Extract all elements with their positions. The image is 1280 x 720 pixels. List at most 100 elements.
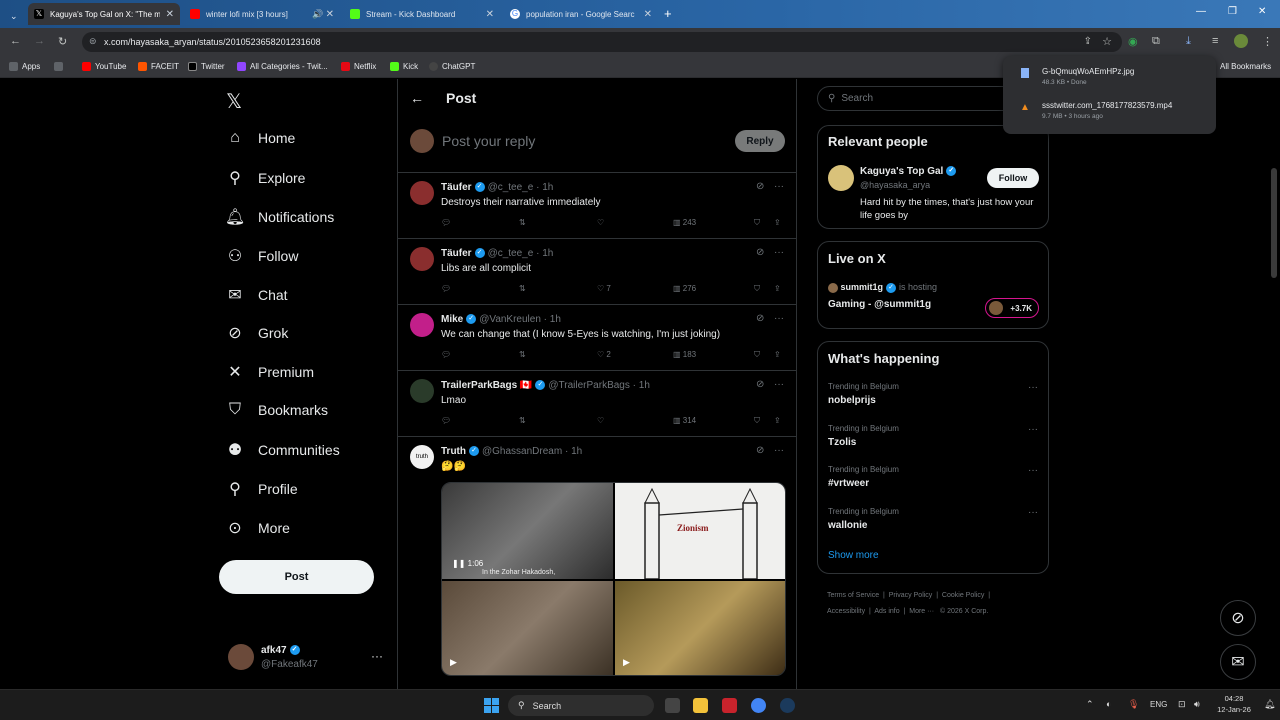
close-icon[interactable]: ✕ [326,9,334,20]
scrollbar-thumb[interactable] [1271,168,1277,278]
author-name[interactable]: Truth [441,446,466,457]
bookmark-icon[interactable]: ⛉ [754,218,760,228]
language-indicator[interactable]: ENG [1150,700,1167,709]
author-name[interactable]: Täufer [441,182,472,193]
minimize-button[interactable]: — [1196,6,1206,17]
bookmark-faceit[interactable]: FACEIT [138,62,179,71]
nav-grok[interactable]: ⊘ Grok [224,323,288,343]
repost-icon[interactable]: ⇅ [519,416,526,425]
tray-chevron-icon[interactable]: ⌃ [1086,699,1094,710]
tab-youtube[interactable]: winter lofi mix [3 hours] 🔊 ✕ [184,3,340,25]
bookmark-chatgpt[interactable]: ChatGPT [429,62,475,71]
reply-icon[interactable]: 💬︎ [441,416,451,425]
share-icon[interactable]: ⇪ [774,350,781,359]
cookie-link[interactable]: Cookie Policy [942,592,984,599]
more-icon[interactable]: ··· [774,445,784,456]
more-icon[interactable]: ··· [774,247,784,258]
like-icon[interactable]: ♡ [597,218,604,227]
reload-icon[interactable]: ↻ [58,35,67,48]
bookmark-icon[interactable]: ⛉ [754,284,760,294]
extensions-puzzle-icon[interactable]: ⧉ [1152,35,1160,48]
close-icon[interactable]: ✕ [166,9,174,20]
volume-icon[interactable]: 🔊︎ [1194,699,1200,710]
install-app-icon[interactable]: ⇪ [1084,36,1092,47]
network-icon[interactable]: ⊡ [1178,699,1186,710]
nav-more[interactable]: ⊙ More [224,518,290,538]
app-icon[interactable] [722,698,737,713]
privacy-link[interactable]: Privacy Policy [889,592,933,599]
account-avatar[interactable] [228,644,254,670]
share-icon[interactable]: ⇪ [774,416,781,425]
chrome-icon[interactable] [751,698,766,713]
forward-arrow-icon[interactable]: → [34,35,45,47]
more-icon[interactable]: ··· [774,313,784,324]
bookmark-star-icon[interactable]: ☆ [1102,35,1112,48]
tray-app-icon[interactable]: ◐ [1106,699,1111,709]
more-icon[interactable]: ··· [1028,465,1038,476]
nav-explore[interactable]: ⚲ Explore [224,168,305,188]
notification-bell-icon[interactable]: 🔔︎ [1264,699,1275,710]
back-arrow-icon[interactable]: ← [10,35,21,47]
reply-item[interactable]: Täufer ✓ @c_tee_e · 1h ⊘ ··· Libs are all … [398,239,796,305]
avatar[interactable] [828,165,854,191]
back-arrow-icon[interactable]: ← [410,90,424,106]
author-name[interactable]: Täufer [441,248,472,259]
nav-chat[interactable]: ✉ Chat [224,285,287,305]
all-bookmarks[interactable]: All Bookmarks [1220,62,1271,71]
nav-follow[interactable]: ⚇ Follow [224,246,299,266]
more-icon[interactable]: ··· [1028,507,1038,518]
views-icon[interactable]: ▥ 276 [673,284,696,293]
download-icon[interactable]: ⤓ [1186,35,1191,48]
repost-icon[interactable]: ⇅ [519,218,526,227]
reply-item[interactable]: Mike ✓ @VanKreulen · 1h ⊘ ··· We can chang… [398,305,796,371]
account-more-icon[interactable]: ··· [371,649,383,663]
like-icon[interactable]: ♡ 7 [597,284,611,293]
video-thumbnail[interactable]: ❚❚ 1:06 In the Zohar Hakadosh, [442,483,613,579]
views-icon[interactable]: ▥ 243 [673,218,696,227]
bookmark-netflix[interactable]: Netflix [341,62,376,71]
nav-communities[interactable]: ⚉ Communities [224,440,340,460]
share-icon[interactable]: ⇪ [774,218,781,227]
grok-icon[interactable]: ⊘ [756,247,764,258]
steam-icon[interactable] [780,698,795,713]
close-icon[interactable]: ✕ [644,9,652,20]
views-icon[interactable]: ▥ 183 [673,350,696,359]
trend-name[interactable]: wallonie [828,520,867,531]
clock[interactable]: 04:28 12-Jan-26 [1214,693,1254,715]
profile-avatar[interactable] [1234,34,1248,48]
more-icon[interactable]: ··· [1028,424,1038,435]
file-explorer-icon[interactable] [693,698,708,713]
video-thumbnail-3[interactable]: ▶ [615,581,785,675]
bookmark-twitter[interactable]: Twitter [188,62,225,71]
restore-button[interactable]: ❐ [1228,6,1237,17]
reply-icon[interactable]: 💬︎ [441,350,451,359]
tab-kick[interactable]: Stream - Kick Dashboard ✕ [344,3,500,25]
nav-profile[interactable]: ⚲ Profile [224,479,298,499]
grok-icon[interactable]: ⊘ [756,181,764,192]
more-link[interactable]: More ··· [909,608,934,615]
bookmark-twitch[interactable]: All Categories - Twit... [237,62,328,71]
live-host[interactable]: summit1g ✓ is hosting [828,282,937,293]
more-icon[interactable]: ··· [774,181,784,192]
bookmark-icon[interactable]: ⛉ [754,350,760,360]
stream-title[interactable]: Gaming - @summit1g [828,299,931,310]
reply-item[interactable]: TrailerParkBags 🇨🇦 ✓ @TrailerParkBags · 1h… [398,371,796,437]
window-close-button[interactable]: ✕ [1258,6,1266,17]
messages-float-button[interactable]: ✉ [1220,644,1256,680]
reply-item[interactable]: Täufer ✓ @c_tee_e · 1h ⊘ ··· Destroys thei… [398,173,796,239]
address-bar[interactable]: ⊜ x.com/hayasaka_aryan/status/2010523658… [82,32,1122,52]
reply-icon[interactable]: 💬︎ [441,218,451,227]
bookmark-kick[interactable]: Kick [390,62,418,71]
repost-icon[interactable]: ⇅ [519,284,526,293]
nav-notifications[interactable]: 🔔︎ Notifications [224,207,334,227]
author-name[interactable]: TrailerParkBags 🇨🇦 [441,380,532,391]
views-icon[interactable]: ▥ 314 [673,416,696,425]
bookmark-youtube[interactable]: YouTube [82,62,126,71]
tab-x-post[interactable]: 𝕏 Kaguya's Top Gal on X: "The m ✕ [28,3,180,25]
microphone-icon[interactable]: 🎙︎ [1128,699,1139,710]
speaker-icon[interactable]: 🔊 [312,9,323,20]
show-more-link[interactable]: Show more [828,550,879,561]
more-icon[interactable]: ··· [1028,382,1038,393]
share-icon[interactable]: ⇪ [774,284,781,293]
trend-name[interactable]: nobelprijs [828,395,876,406]
